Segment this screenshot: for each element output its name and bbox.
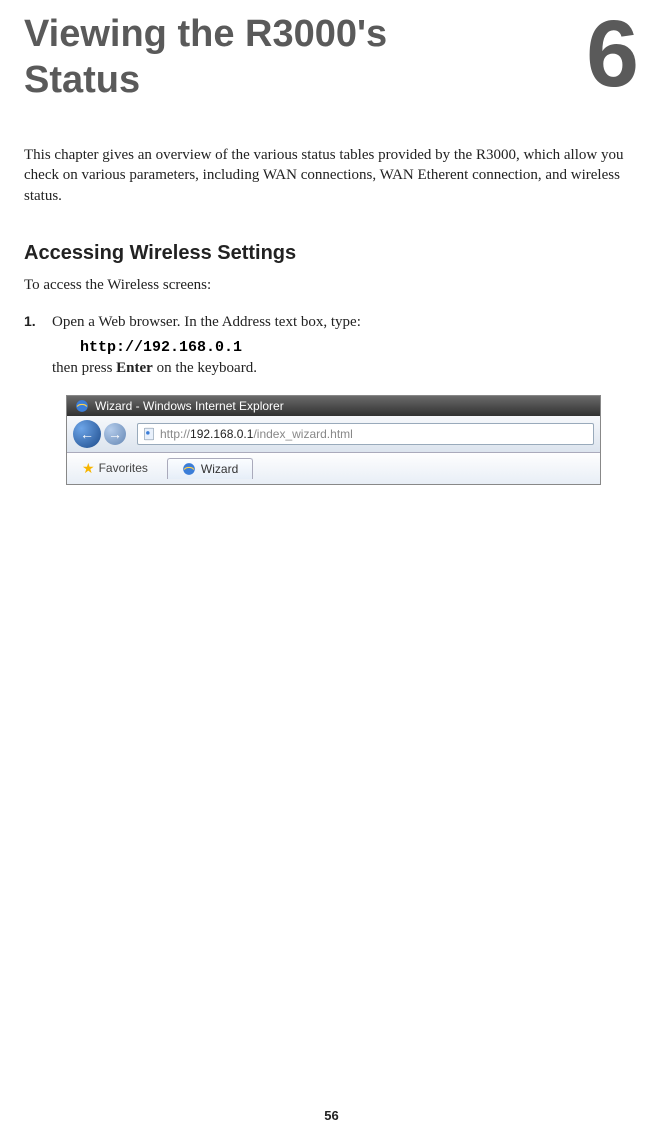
chapter-title: Viewing the R3000's Status [24,12,474,103]
page-number: 56 [324,1108,338,1123]
tab-area: Wizard [167,458,253,479]
chapter-number: 6 [586,12,639,98]
ie-logo-icon [75,399,89,413]
address-url: http://192.168.0.1/index_wizard.html [160,427,353,441]
section-intro: To access the Wireless screens: [24,277,639,294]
favorites-label: Favorites [99,461,148,475]
ie-logo-icon [182,462,196,476]
star-icon: ★ [82,460,95,477]
address-bar[interactable]: http://192.168.0.1/index_wizard.html [137,423,594,445]
ie-favorites-bar: ★ Favorites Wizard [67,453,600,484]
arrow-right-icon: → [108,426,122,442]
browser-tab[interactable]: Wizard [167,458,253,479]
browser-screenshot: Wizard - Windows Internet Explorer ← → h… [66,395,601,485]
favorites-button[interactable]: ★ Favorites [73,457,157,480]
step-1-row: 1. Open a Web browser. In the Address te… [24,312,639,333]
step-number: 1. [24,313,52,329]
page-icon [142,427,156,441]
ie-nav-toolbar: ← → http://192.168.0.1/index_wizard.html [67,416,600,453]
chapter-intro: This chapter gives an overview of the va… [24,145,639,206]
step-url: http://192.168.0.1 [80,337,639,358]
arrow-left-icon: ← [80,426,94,442]
ie-titlebar: Wizard - Windows Internet Explorer [67,396,600,416]
window-title: Wizard - Windows Internet Explorer [95,399,284,413]
back-button[interactable]: ← [73,420,101,448]
step-then: then press Enter on the keyboard. [52,358,639,379]
forward-button[interactable]: → [104,423,126,445]
section-title: Accessing Wireless Settings [24,242,639,265]
step-text: Open a Web browser. In the Address text … [52,312,361,333]
tab-label: Wizard [201,462,238,476]
